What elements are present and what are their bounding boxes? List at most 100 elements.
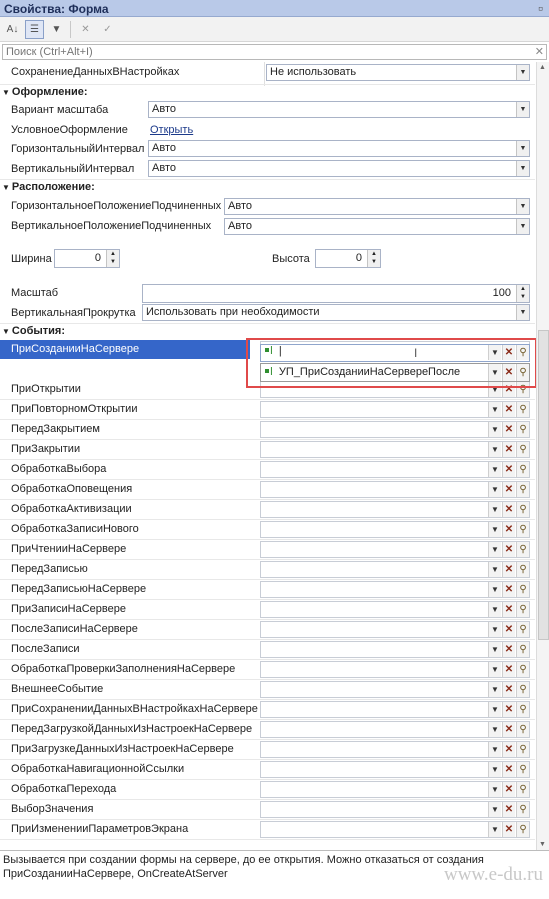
clear-icon[interactable]: ✕: [502, 622, 515, 637]
chevron-down-icon[interactable]: ▼: [488, 722, 501, 737]
search-icon[interactable]: ⚲: [516, 502, 529, 517]
vertical-interval-select[interactable]: Авто ▼: [148, 160, 530, 177]
chevron-down-icon[interactable]: ▼: [488, 622, 501, 637]
chevron-down-icon[interactable]: ▼: [488, 345, 501, 360]
search-icon[interactable]: ⚲: [516, 402, 529, 417]
clear-icon[interactable]: ✕: [502, 542, 515, 557]
width-stepper[interactable]: 0 ▲ ▼: [54, 249, 120, 268]
clear-icon[interactable]: ✕: [76, 20, 95, 39]
search-icon[interactable]: ⚲: [516, 482, 529, 497]
search-icon[interactable]: ⚲: [516, 364, 529, 381]
clear-icon[interactable]: ✕: [502, 402, 515, 417]
chevron-down-icon[interactable]: ▼: [488, 702, 501, 717]
chevron-down-icon[interactable]: ▼: [488, 422, 501, 437]
chevron-down-icon[interactable]: ▼: [516, 65, 529, 80]
categorized-view-icon[interactable]: ☰: [25, 20, 44, 39]
search-icon[interactable]: ⚲: [516, 642, 529, 657]
chevron-down-icon[interactable]: ▼: [488, 442, 501, 457]
collapse-icon[interactable]: ▼: [2, 327, 10, 336]
group-design[interactable]: ▼ Оформление:: [2, 86, 88, 98]
scroll-down-icon[interactable]: ▼: [539, 841, 546, 848]
event-handler-field[interactable]: ▼ ✕ ⚲: [260, 621, 530, 638]
clear-icon[interactable]: ✕: [502, 562, 515, 577]
horizontal-interval-select[interactable]: Авто ▼: [148, 140, 530, 157]
chevron-down-icon[interactable]: ▼: [488, 522, 501, 537]
event-handler-field[interactable]: ▼ ✕ ⚲: [260, 501, 530, 518]
clear-icon[interactable]: ✕: [502, 422, 515, 437]
search-icon[interactable]: ⚲: [516, 622, 529, 637]
search-icon[interactable]: ⚲: [516, 562, 529, 577]
scroll-up-icon[interactable]: ▲: [539, 64, 546, 71]
search-icon[interactable]: ⚲: [516, 602, 529, 617]
chevron-down-icon[interactable]: ▼: [516, 161, 529, 176]
chevron-down-icon[interactable]: ▼: [488, 822, 501, 837]
search-icon[interactable]: ⚲: [516, 702, 529, 717]
event-handler-field[interactable]: ▼ ✕ ⚲: [260, 461, 530, 478]
stepper-arrows-icon[interactable]: ▲ ▼: [106, 250, 119, 267]
search-icon[interactable]: ⚲: [516, 542, 529, 557]
chevron-down-icon[interactable]: ▼: [516, 199, 529, 214]
clear-icon[interactable]: ✕: [502, 462, 515, 477]
clear-icon[interactable]: ✕: [502, 602, 515, 617]
clear-icon[interactable]: ✕: [502, 662, 515, 677]
event-handler-field[interactable]: ▼ ✕ ⚲: [260, 721, 530, 738]
event-handler-field[interactable]: ▼ ✕ ⚲: [260, 661, 530, 678]
event-on-create-at-server-label[interactable]: ПриСозданииНаСервере: [0, 340, 250, 359]
collapse-icon[interactable]: ▼: [2, 183, 10, 192]
hpos-select[interactable]: Авто ▼: [224, 198, 530, 215]
clear-icon[interactable]: ✕: [502, 364, 515, 381]
search-input[interactable]: [3, 45, 523, 59]
chevron-down-icon[interactable]: ▼: [516, 305, 529, 320]
chevron-down-icon[interactable]: ▼: [488, 542, 501, 557]
clear-icon[interactable]: ✕: [502, 442, 515, 457]
search-icon[interactable]: ⚲: [516, 462, 529, 477]
chevron-down-icon[interactable]: ▼: [488, 364, 501, 381]
clear-icon[interactable]: ✕: [502, 642, 515, 657]
clear-icon[interactable]: ✕: [502, 582, 515, 597]
handler-suggestion-item[interactable]: ǀ УП_ПриСозданииНаСервереПосле ▼ ✕ ⚲: [260, 363, 530, 382]
save-settings-select[interactable]: Не использовать ▼: [266, 64, 530, 81]
event-handler-field[interactable]: ▼ ✕ ⚲: [260, 541, 530, 558]
event-handler-field[interactable]: ▼ ✕ ⚲: [260, 761, 530, 778]
chevron-down-icon[interactable]: ▼: [488, 582, 501, 597]
collapse-icon[interactable]: ▼: [2, 88, 10, 97]
chevron-down-icon[interactable]: ▼: [488, 502, 501, 517]
clear-icon[interactable]: ✕: [502, 522, 515, 537]
check-icon[interactable]: ✓: [98, 20, 117, 39]
clear-icon[interactable]: ✕: [502, 502, 515, 517]
vertical-scroll-select[interactable]: Использовать при необходимости ▼: [142, 304, 530, 321]
clear-icon[interactable]: ✕: [502, 682, 515, 697]
chevron-down-icon[interactable]: ▼: [488, 462, 501, 477]
event-handler-field[interactable]: ▼ ✕ ⚲: [260, 801, 530, 818]
search-icon[interactable]: ⚲: [516, 345, 529, 360]
vertical-scrollbar[interactable]: ▲ ▼: [536, 62, 549, 850]
conditional-appearance-open-link[interactable]: Открыть: [150, 124, 193, 136]
clear-icon[interactable]: ✕: [502, 742, 515, 757]
vpos-select[interactable]: Авто ▼: [224, 218, 530, 235]
clear-icon[interactable]: ✕: [502, 345, 515, 360]
clear-icon[interactable]: ✕: [502, 702, 515, 717]
scale-variant-select[interactable]: Авто ▼: [148, 101, 530, 118]
chevron-down-icon[interactable]: ▼: [488, 762, 501, 777]
clear-icon[interactable]: ✕: [502, 722, 515, 737]
event-handler-field[interactable]: ▼ ✕ ⚲: [260, 401, 530, 418]
chevron-down-icon[interactable]: ▼: [488, 602, 501, 617]
search-icon[interactable]: ⚲: [516, 782, 529, 797]
clear-icon[interactable]: ✕: [502, 762, 515, 777]
chevron-down-icon[interactable]: ▼: [488, 402, 501, 417]
clear-icon[interactable]: ✕: [502, 802, 515, 817]
chevron-down-icon[interactable]: ▼: [488, 482, 501, 497]
event-handler-field[interactable]: ▼ ✕ ⚲: [260, 741, 530, 758]
event-handler-field[interactable]: ▼ ✕ ⚲: [260, 641, 530, 658]
search-icon[interactable]: ⚲: [516, 822, 529, 837]
chevron-down-icon[interactable]: ▼: [488, 782, 501, 797]
chevron-down-icon[interactable]: ▼: [516, 141, 529, 156]
event-handler-input[interactable]: ǀ | I ▼ ✕ ⚲: [260, 344, 530, 362]
event-handler-field[interactable]: ▼ ✕ ⚲: [260, 561, 530, 578]
filter-icon[interactable]: ▼: [47, 20, 66, 39]
event-handler-field[interactable]: ▼ ✕ ⚲: [260, 581, 530, 598]
event-handler-field[interactable]: ▼ ✕ ⚲: [260, 441, 530, 458]
search-icon[interactable]: ⚲: [516, 742, 529, 757]
group-layout[interactable]: ▼ Расположение:: [2, 181, 95, 193]
event-handler-field[interactable]: ▼ ✕ ⚲: [260, 601, 530, 618]
